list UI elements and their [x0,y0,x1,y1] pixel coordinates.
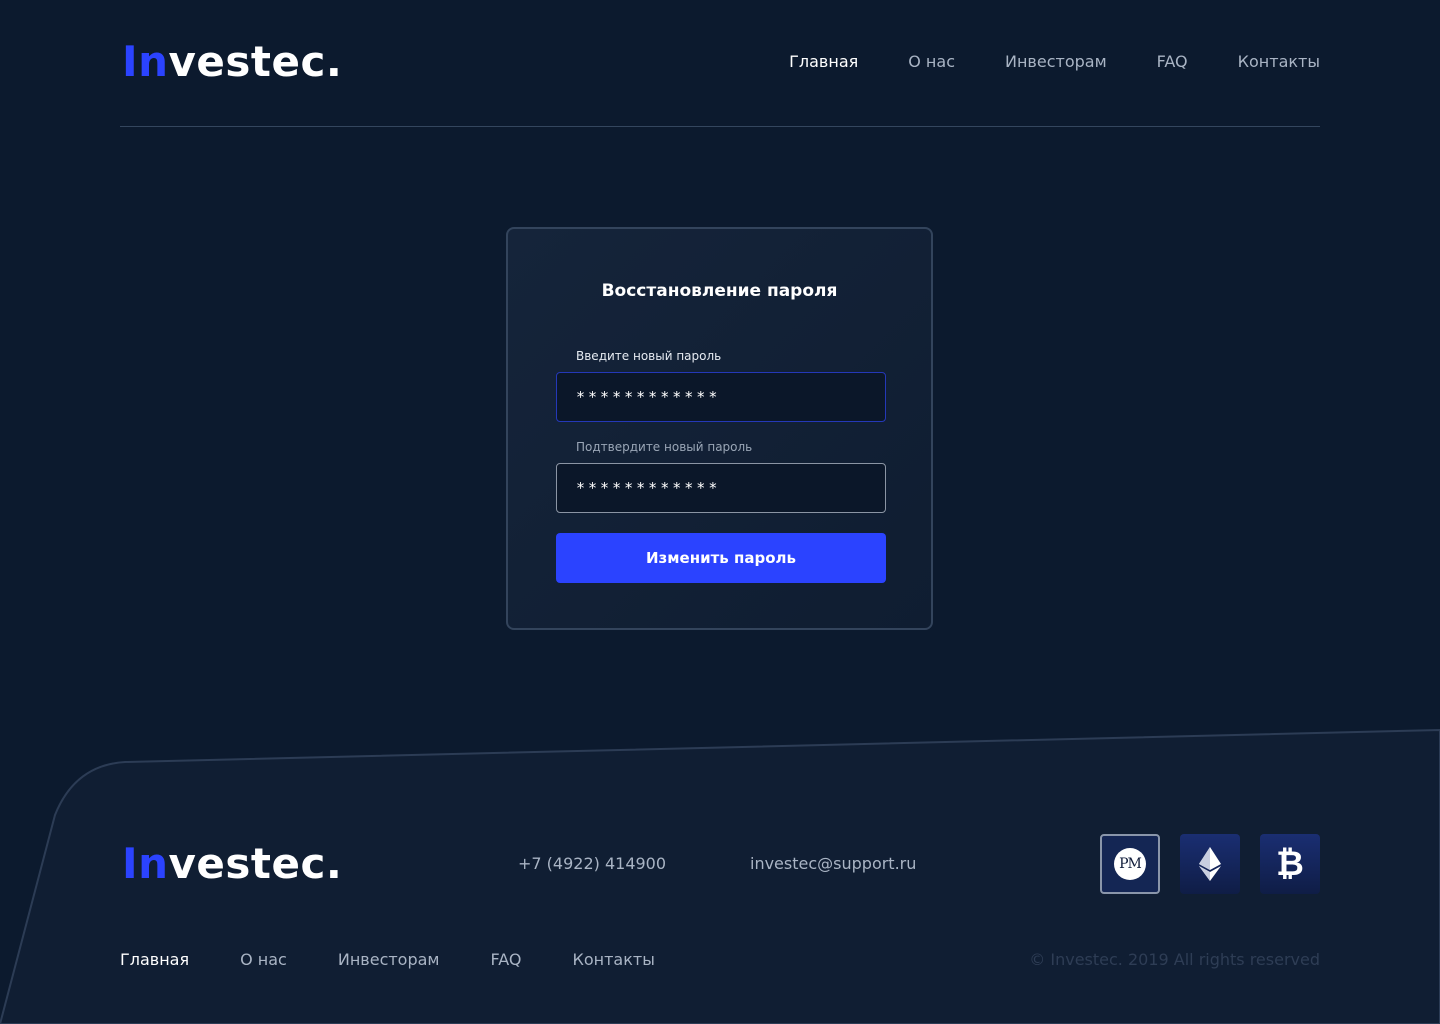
footer-nav-item-about[interactable]: О нас [240,948,287,972]
perfect-money-button[interactable]: PM [1100,834,1160,894]
new-password-label: Введите новый пароль [576,349,722,363]
confirm-password-input[interactable] [556,463,886,513]
footer-logo[interactable]: Investec. [122,838,342,890]
copyright-text: © Investec. 2019 All rights reserved [1029,950,1320,969]
footer-nav-item-investors[interactable]: Инвесторам [338,948,440,972]
bitcoin-button[interactable]: ₿ [1260,834,1320,894]
bitcoin-icon: ₿ [1276,844,1304,884]
new-password-input[interactable] [556,372,886,422]
ethereum-button[interactable] [1180,834,1240,894]
confirm-password-label: Подтвердите новый пароль [576,440,753,454]
header-nav: Главная О нас Инвесторам FAQ Контакты [789,50,1320,74]
ethereum-icon [1199,847,1221,881]
site-header: Investec. Главная О нас Инвесторам FAQ К… [120,0,1320,127]
nav-item-about[interactable]: О нас [908,50,955,74]
nav-item-contacts[interactable]: Контакты [1238,50,1320,74]
footer-nav: Главная О нас Инвесторам FAQ Контакты [120,948,655,972]
nav-item-home[interactable]: Главная [789,50,858,74]
password-recovery-card: Восстановление пароля Введите новый паро… [506,227,933,630]
change-password-button[interactable]: Изменить пароль [556,533,886,583]
footer-phone[interactable]: +7 (4922) 414900 [518,852,666,876]
footer-nav-item-home[interactable]: Главная [120,948,189,972]
header-logo[interactable]: Investec. [122,36,342,88]
nav-item-faq[interactable]: FAQ [1157,50,1188,74]
card-title: Восстановление пароля [601,281,838,301]
footer-nav-item-contacts[interactable]: Контакты [573,948,655,972]
footer-email[interactable]: investec@support.ru [750,852,916,876]
perfect-money-icon: PM [1114,848,1146,880]
footer-nav-item-faq[interactable]: FAQ [491,948,522,972]
nav-item-investors[interactable]: Инвесторам [1005,50,1107,74]
